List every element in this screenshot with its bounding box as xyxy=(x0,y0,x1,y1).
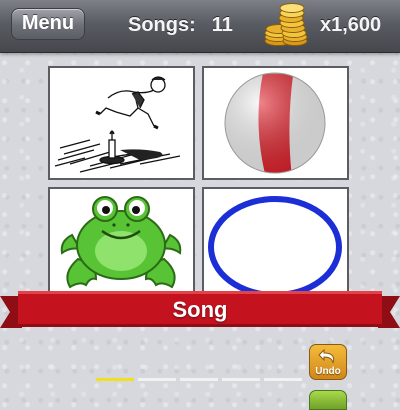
coins-amount: x1,600 xyxy=(320,14,382,36)
undo-arrow-icon xyxy=(318,348,335,364)
beach-ball-icon xyxy=(224,72,326,174)
undo-button[interactable]: Undo xyxy=(309,344,347,380)
banner-label: Song xyxy=(172,297,228,322)
songs-counter: Songs: 11 xyxy=(128,14,233,37)
top-bar: Menu Songs: 11 x1,600 xyxy=(0,0,400,53)
songs-count: 11 xyxy=(211,14,233,36)
answer-slot[interactable] xyxy=(180,378,218,381)
answer-slot[interactable] xyxy=(138,378,176,381)
undo-label: Undo xyxy=(315,366,341,377)
answer-slot[interactable] xyxy=(222,378,260,381)
boy-jumping-candlestick-icon xyxy=(54,76,181,173)
answer-slot[interactable] xyxy=(96,378,134,381)
tile-jumping-boy[interactable] xyxy=(48,66,195,180)
songs-label: Songs: xyxy=(128,14,196,36)
gold-coins-icon xyxy=(264,3,308,46)
tile-beach-ball[interactable] xyxy=(202,66,349,180)
menu-button[interactable]: Menu xyxy=(11,8,85,40)
answer-slot[interactable] xyxy=(264,378,302,381)
hint-button[interactable] xyxy=(309,390,347,410)
